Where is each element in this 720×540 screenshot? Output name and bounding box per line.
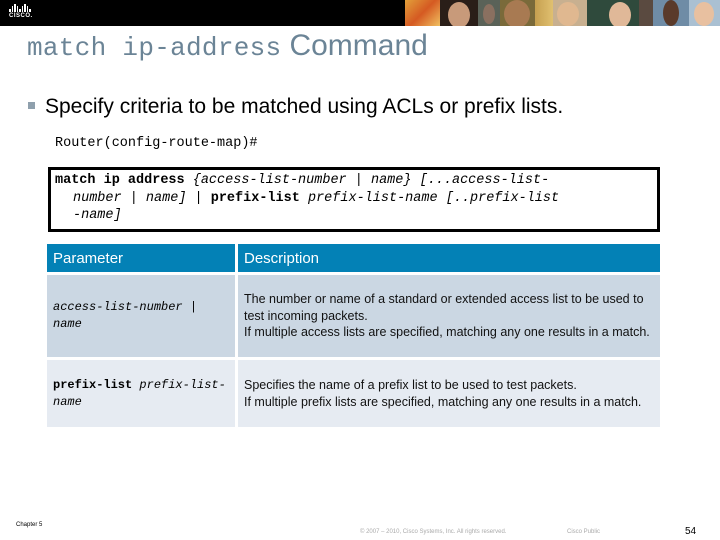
parameter-separator: | bbox=[182, 300, 198, 314]
photo-tile bbox=[553, 0, 587, 26]
photo-tile bbox=[500, 0, 535, 26]
bullet-square-icon bbox=[28, 102, 35, 109]
description-cell: Specifies the name of a prefix list to b… bbox=[238, 357, 660, 427]
photo-tile bbox=[405, 0, 440, 26]
router-prompt: Router(config-route-map)# bbox=[55, 136, 258, 151]
slide-title: match ip-address Command bbox=[27, 29, 428, 63]
cisco-logo-text: CISCO. bbox=[9, 13, 33, 19]
people-photo-strip bbox=[405, 0, 720, 26]
syntax-keyword: match ip address bbox=[55, 173, 185, 188]
syntax-separator: | bbox=[186, 190, 211, 206]
description-line: If multiple prefix lists are specified, … bbox=[244, 394, 642, 409]
description-line: If multiple access lists are specified, … bbox=[244, 325, 650, 340]
photo-tile bbox=[535, 0, 553, 26]
syntax-argument: number | name] bbox=[73, 190, 187, 206]
photo-tile bbox=[478, 0, 500, 26]
table-row: prefix-list prefix-list-name Specifies t… bbox=[47, 357, 660, 427]
footer-copyright: © 2007 – 2010, Cisco Systems, Inc. All r… bbox=[360, 529, 507, 535]
syntax-line-1: match ip address {access-list-number | n… bbox=[55, 173, 549, 188]
syntax-argument: prefix-list-name [..prefix-list bbox=[307, 190, 560, 206]
parameter-keyword: prefix-list bbox=[53, 377, 133, 392]
cisco-logo: CISCO. bbox=[9, 4, 41, 22]
footer-chapter: Chapter 5 bbox=[16, 522, 43, 528]
parameter-table: Parameter Description access-list-number… bbox=[47, 244, 660, 427]
syntax-argument: {access-list-number | name} [...access-l… bbox=[192, 173, 550, 188]
bullet-text: Specify criteria to be matched using ACL… bbox=[45, 95, 564, 118]
table-header-row: Parameter Description bbox=[47, 244, 660, 272]
command-syntax-box: match ip address {access-list-number | n… bbox=[48, 167, 660, 232]
footer-classification: Cisco Public bbox=[567, 529, 601, 535]
table-row: access-list-number | name The number or … bbox=[47, 272, 660, 357]
syntax-line-3: -name] bbox=[55, 207, 657, 225]
title-text: Command bbox=[289, 29, 428, 62]
parameter-cell: prefix-list prefix-list-name bbox=[47, 357, 238, 427]
description-line: The number or name of a standard or exte… bbox=[244, 292, 644, 323]
page-number: 54 bbox=[685, 526, 697, 537]
parameter-cell: access-list-number | name bbox=[47, 272, 238, 357]
syntax-keyword: prefix-list bbox=[210, 190, 300, 206]
photo-tile bbox=[587, 0, 639, 26]
syntax-argument: -name] bbox=[73, 208, 122, 223]
photo-tile bbox=[653, 0, 689, 26]
top-banner: CISCO. bbox=[0, 0, 720, 26]
column-header-description: Description bbox=[238, 244, 660, 272]
description-line: Specifies the name of a prefix list to b… bbox=[244, 378, 577, 392]
cisco-logo-bars-icon bbox=[9, 4, 41, 12]
description-cell: The number or name of a standard or exte… bbox=[238, 272, 660, 357]
title-command: match ip-address bbox=[27, 33, 282, 63]
parameter-name: access-list-number bbox=[53, 300, 183, 314]
photo-tile bbox=[689, 0, 720, 26]
photo-tile bbox=[440, 0, 478, 26]
column-header-parameter: Parameter bbox=[47, 244, 238, 272]
parameter-name: name bbox=[53, 317, 82, 331]
photo-tile bbox=[639, 0, 653, 26]
syntax-line-2: number | name] | prefix-list prefix-list… bbox=[55, 190, 657, 208]
bullet-point: Specify criteria to be matched using ACL… bbox=[28, 95, 563, 119]
